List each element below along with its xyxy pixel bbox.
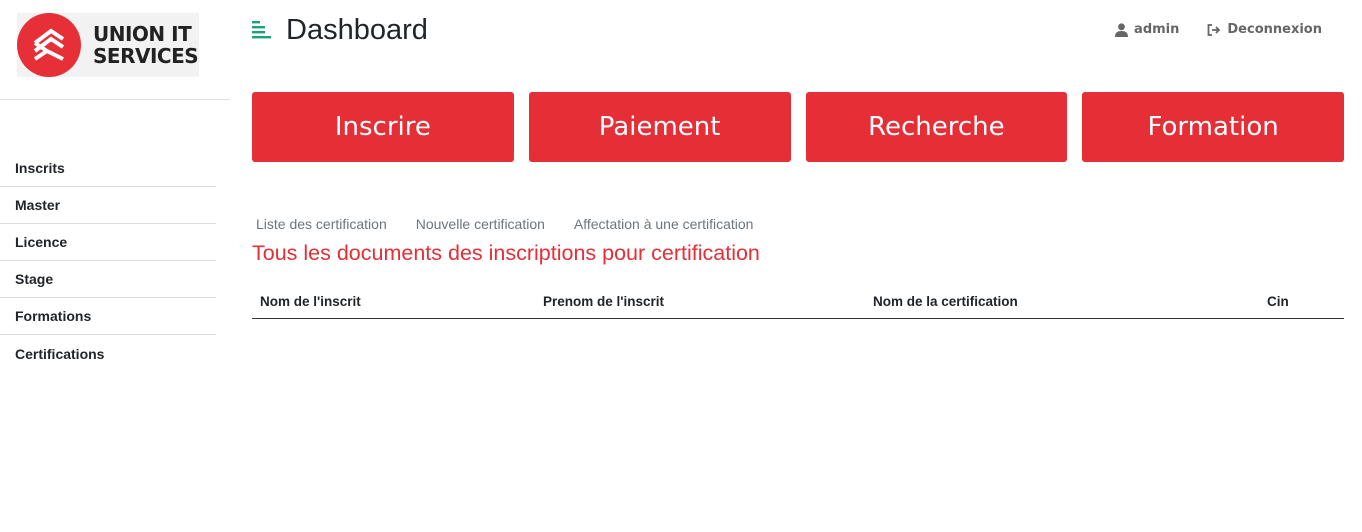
recherche-button[interactable]: Recherche xyxy=(805,92,1068,162)
sidebar-item-licence[interactable]: Licence xyxy=(0,224,216,261)
logout-link[interactable]: Deconnexion xyxy=(1207,22,1322,37)
table-header: Nom de l'inscrit Prenom de l'inscrit Nom… xyxy=(252,284,1344,318)
logo-line-1: UNION IT xyxy=(93,22,192,46)
brand-logo[interactable]: UNION IT SERVICES xyxy=(17,13,199,77)
column-header-prenom[interactable]: Prenom de l'inscrit xyxy=(535,294,865,309)
sign-out-icon xyxy=(1207,23,1221,36)
tab-nouvelle-certification[interactable]: Nouvelle certification xyxy=(416,216,545,232)
sidebar-item-formations[interactable]: Formations xyxy=(0,298,216,335)
action-buttons: Inscrire Paiement Recherche Formation xyxy=(252,92,1344,162)
hamburger-icon[interactable] xyxy=(252,20,272,40)
sidebar-nav: Inscrits Master Licence Stage Formations… xyxy=(0,150,216,372)
inscriptions-table: Nom de l'inscrit Prenom de l'inscrit Nom… xyxy=(252,284,1344,319)
paiement-button[interactable]: Paiement xyxy=(528,92,791,162)
sidebar-item-master[interactable]: Master xyxy=(0,187,216,224)
column-header-cin[interactable]: Cin xyxy=(1259,294,1344,309)
inscrire-button[interactable]: Inscrire xyxy=(252,92,514,162)
logo-line-2: SERVICES xyxy=(93,44,199,68)
sidebar-item-inscrits[interactable]: Inscrits xyxy=(0,150,216,187)
user-label: admin xyxy=(1134,22,1180,37)
divider xyxy=(0,99,230,100)
page-title: Dashboard xyxy=(286,14,428,46)
column-header-nom[interactable]: Nom de l'inscrit xyxy=(252,294,535,309)
user-icon xyxy=(1115,22,1129,37)
sidebar-item-certifications[interactable]: Certifications xyxy=(0,335,216,372)
section-title: Tous les documents des inscriptions pour… xyxy=(252,241,760,265)
formation-button[interactable]: Formation xyxy=(1082,92,1344,162)
certification-subnav: Liste des certification Nouvelle certifi… xyxy=(256,216,753,232)
sidebar: UNION IT SERVICES Inscrits Master Licenc… xyxy=(0,0,230,532)
column-header-certification[interactable]: Nom de la certification xyxy=(865,294,1259,309)
logo-mark-icon xyxy=(17,13,81,77)
sidebar-item-stage[interactable]: Stage xyxy=(0,261,216,298)
logout-label: Deconnexion xyxy=(1227,22,1322,37)
tab-liste-certification[interactable]: Liste des certification xyxy=(256,216,387,232)
tab-affectation-certification[interactable]: Affectation à une certification xyxy=(574,216,754,232)
logo-text: UNION IT SERVICES xyxy=(93,22,199,68)
user-menu: admin Deconnexion xyxy=(1115,22,1322,37)
user-link[interactable]: admin xyxy=(1115,22,1179,37)
